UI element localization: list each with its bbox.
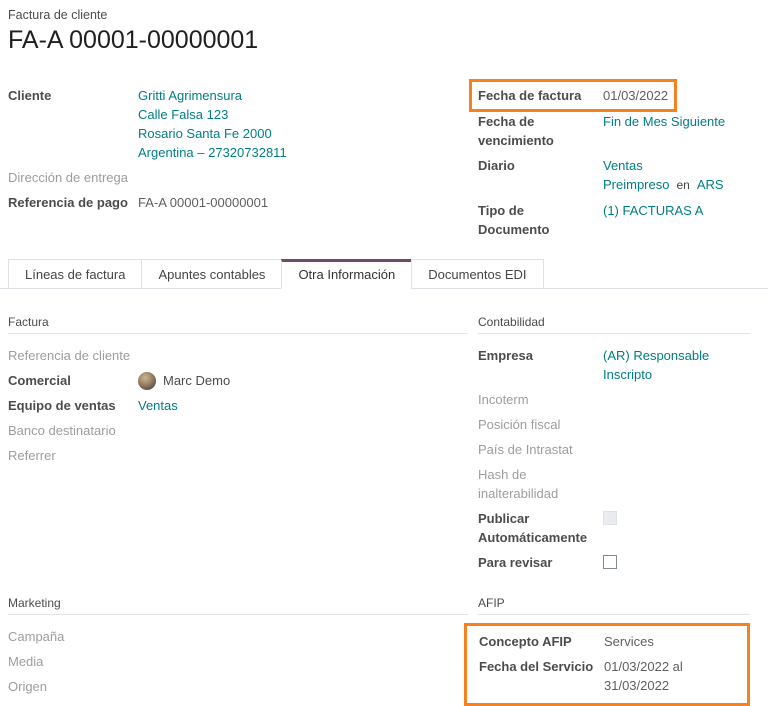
tipo-documento-label: Tipo de Documento xyxy=(478,201,603,239)
section-marketing-title: Marketing xyxy=(8,596,468,615)
comercial-name[interactable]: Marc Demo xyxy=(163,371,230,390)
pais-intrastat-label: País de Intrastat xyxy=(478,440,603,459)
salesperson-avatar xyxy=(138,372,156,390)
highlight-box-fecha-factura: Fecha de factura 01/03/2022 xyxy=(469,79,677,112)
campana-label: Campaña xyxy=(8,627,138,646)
diario-connector: en xyxy=(676,178,689,192)
section-contabilidad: Contabilidad Empresa (AR) Responsable In… xyxy=(478,289,760,580)
fecha-factura-value[interactable]: 01/03/2022 xyxy=(603,86,668,105)
publicar-automaticamente-checkbox xyxy=(603,511,617,525)
concepto-afip-value[interactable]: Services xyxy=(604,632,737,651)
referencia-pago-value[interactable]: FA-A 00001-00000001 xyxy=(138,193,478,212)
field-pais-intrastat: País de Intrastat xyxy=(478,440,750,459)
cliente-address-line: Calle Falsa 123 xyxy=(138,105,478,124)
section-afip-title: AFIP xyxy=(478,596,750,615)
publicar-automaticamente-label: Publicar Automáticamente xyxy=(478,509,603,547)
tipo-documento-value[interactable]: (1) FACTURAS A xyxy=(603,201,760,220)
notebook-tabbar: Líneas de factura Apuntes contables Otra… xyxy=(0,259,768,289)
para-revisar-value xyxy=(603,553,750,574)
invoice-header-fields: Cliente Gritti Agrimensura Calle Falsa 1… xyxy=(8,86,760,245)
field-tipo-documento: Tipo de Documento (1) FACTURAS A xyxy=(478,201,760,239)
referrer-label: Referrer xyxy=(8,446,138,465)
fecha-vencimiento-label: Fecha de vencimiento xyxy=(478,112,603,150)
field-para-revisar: Para revisar xyxy=(478,553,750,574)
header-right-column: Fecha de factura 01/03/2022 Fecha de ven… xyxy=(478,86,760,245)
field-publicar-automaticamente: Publicar Automáticamente xyxy=(478,509,750,547)
field-referencia-pago: Referencia de pago FA-A 00001-00000001 xyxy=(8,193,478,212)
equipo-ventas-value[interactable]: Ventas xyxy=(138,396,468,415)
otra-informacion-content: Factura Referencia de cliente Comercial … xyxy=(8,289,760,706)
referencia-pago-label: Referencia de pago xyxy=(8,193,138,212)
field-diario: Diario Ventas Preimpreso en ARS xyxy=(478,156,760,195)
section-afip: AFIP Concepto AFIP Services Fecha del Se… xyxy=(478,580,760,706)
field-fecha-factura: Fecha de factura 01/03/2022 xyxy=(478,86,668,105)
diario-currency-link[interactable]: ARS xyxy=(697,177,724,192)
field-banco-destinatario: Banco destinatario xyxy=(8,421,468,440)
referencia-cliente-label: Referencia de cliente xyxy=(8,346,138,365)
diario-label: Diario xyxy=(478,156,603,175)
breadcrumb[interactable]: Factura de cliente xyxy=(8,8,760,23)
comercial-label: Comercial xyxy=(8,371,138,390)
field-empresa: Empresa (AR) Responsable Inscripto xyxy=(478,346,750,384)
tab-otra-informacion[interactable]: Otra Información xyxy=(281,259,412,289)
section-marketing: Marketing Campaña Media Origen xyxy=(8,580,478,706)
cliente-name-link[interactable]: Gritti Agrimensura xyxy=(138,86,478,105)
cliente-address-line: Argentina – 27320732811 xyxy=(138,143,478,162)
concepto-afip-label: Concepto AFIP xyxy=(479,632,604,651)
diario-value: Ventas Preimpreso en ARS xyxy=(603,156,760,195)
field-incoterm: Incoterm xyxy=(478,390,750,409)
fecha-factura-label: Fecha de factura xyxy=(478,86,603,105)
fecha-del-servicio-label: Fecha del Servicio xyxy=(479,657,604,676)
field-media: Media xyxy=(8,652,468,671)
invoice-form: Factura de cliente FA-A 00001-00000001 C… xyxy=(0,0,768,706)
field-hash-inalterabilidad: Hash de inalterabilidad xyxy=(478,465,750,503)
equipo-ventas-label: Equipo de ventas xyxy=(8,396,138,415)
tab-apuntes-contables[interactable]: Apuntes contables xyxy=(141,259,282,289)
diario-journal-link[interactable]: Ventas Preimpreso xyxy=(603,158,669,192)
incoterm-label: Incoterm xyxy=(478,390,603,409)
field-fecha-vencimiento: Fecha de vencimiento Fin de Mes Siguient… xyxy=(478,112,760,150)
hash-inalterabilidad-label: Hash de inalterabilidad xyxy=(478,465,603,503)
section-factura: Factura Referencia de cliente Comercial … xyxy=(8,289,478,580)
cliente-address-line: Rosario Santa Fe 2000 xyxy=(138,124,478,143)
empresa-label: Empresa xyxy=(478,346,603,365)
page-title: FA-A 00001-00000001 xyxy=(8,26,760,54)
field-referencia-cliente: Referencia de cliente xyxy=(8,346,468,365)
origen-label: Origen xyxy=(8,677,138,696)
field-cliente: Cliente Gritti Agrimensura Calle Falsa 1… xyxy=(8,86,478,162)
empresa-value[interactable]: (AR) Responsable Inscripto xyxy=(603,346,750,384)
para-revisar-checkbox[interactable] xyxy=(603,555,617,569)
field-campana: Campaña xyxy=(8,627,468,646)
field-posicion-fiscal: Posición fiscal xyxy=(478,415,750,434)
header-left-column: Cliente Gritti Agrimensura Calle Falsa 1… xyxy=(8,86,478,245)
direccion-entrega-label: Dirección de entrega xyxy=(8,168,138,187)
field-equipo-ventas: Equipo de ventas Ventas xyxy=(8,396,468,415)
field-origen: Origen xyxy=(8,677,468,696)
fecha-vencimiento-value[interactable]: Fin de Mes Siguiente xyxy=(603,112,760,131)
tab-lineas-de-factura[interactable]: Líneas de factura xyxy=(8,259,142,289)
section-factura-title: Factura xyxy=(8,315,468,334)
field-comercial: Comercial Marc Demo xyxy=(8,371,468,390)
fecha-del-servicio-value[interactable]: 01/03/2022 al 31/03/2022 xyxy=(604,657,737,695)
field-direccion-entrega: Dirección de entrega xyxy=(8,168,478,187)
comercial-value[interactable]: Marc Demo xyxy=(138,371,468,390)
highlight-box-afip: Concepto AFIP Services Fecha del Servici… xyxy=(464,623,750,706)
field-fecha-del-servicio: Fecha del Servicio 01/03/2022 al 31/03/2… xyxy=(479,657,737,695)
publicar-automaticamente-value xyxy=(603,509,750,530)
cliente-value[interactable]: Gritti Agrimensura Calle Falsa 123 Rosar… xyxy=(138,86,478,162)
media-label: Media xyxy=(8,652,138,671)
section-contabilidad-title: Contabilidad xyxy=(478,315,750,334)
field-referrer: Referrer xyxy=(8,446,468,465)
field-concepto-afip: Concepto AFIP Services xyxy=(479,632,737,651)
posicion-fiscal-label: Posición fiscal xyxy=(478,415,603,434)
para-revisar-label: Para revisar xyxy=(478,553,603,572)
cliente-label: Cliente xyxy=(8,86,138,105)
banco-destinatario-label: Banco destinatario xyxy=(8,421,138,440)
tab-documentos-edi[interactable]: Documentos EDI xyxy=(411,259,543,289)
